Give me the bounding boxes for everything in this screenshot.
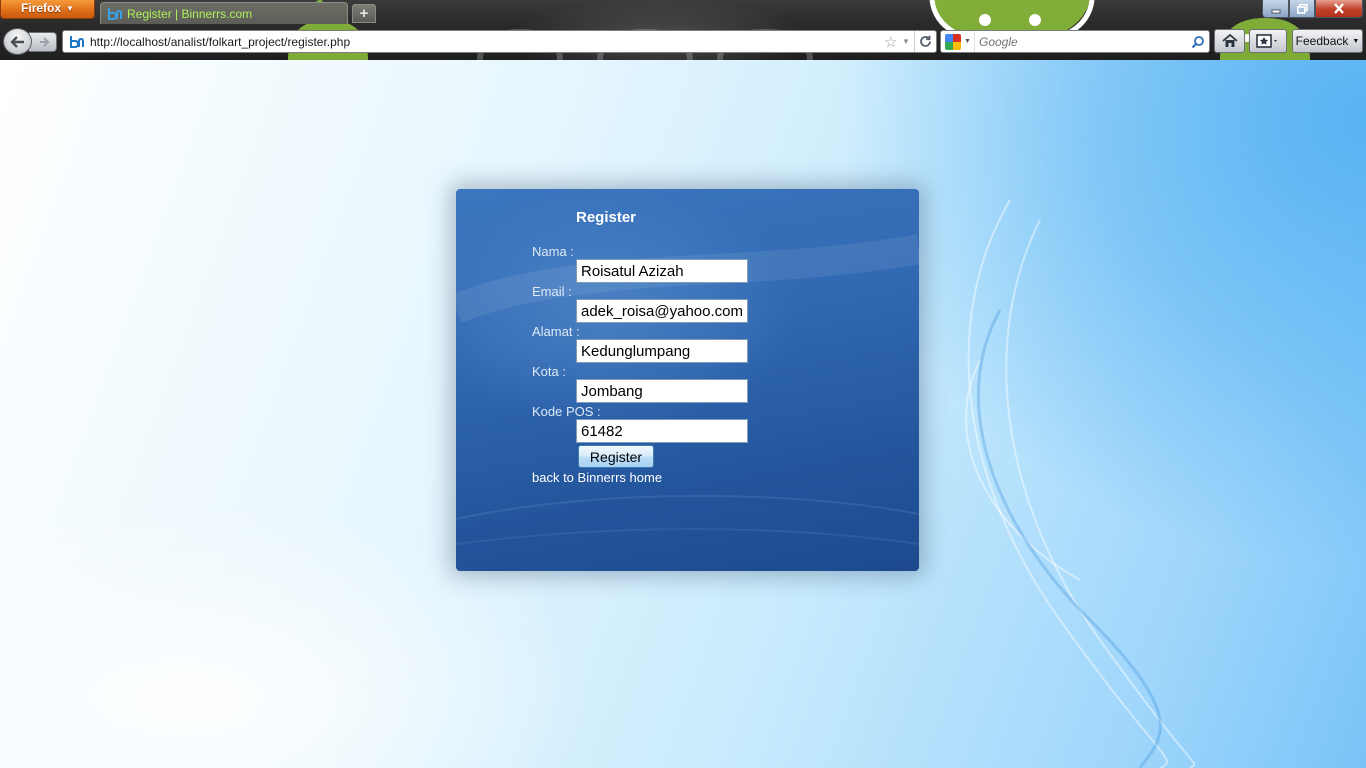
nama-label: Nama : — [532, 244, 574, 259]
reload-icon — [920, 35, 931, 47]
maximize-icon — [1296, 3, 1308, 14]
kode-pos-input[interactable] — [576, 419, 748, 443]
feedback-label: Feedback — [1295, 34, 1349, 48]
nama-input[interactable] — [576, 259, 748, 283]
minimize-button[interactable] — [1262, 0, 1289, 18]
binnerrs-favicon-icon — [70, 35, 84, 48]
search-engine-selector[interactable]: ▼ — [941, 31, 975, 52]
navigation-toolbar: http://localhost/analist/folkart_project… — [0, 26, 1366, 58]
plus-icon: + — [359, 5, 369, 22]
tab-register[interactable]: Register | Binnerrs.com — [100, 2, 348, 24]
google-icon — [945, 33, 961, 50]
chevron-down-icon: ▼ — [1352, 37, 1360, 45]
search-bar[interactable]: ▼ — [940, 30, 1210, 53]
close-window-button[interactable] — [1315, 0, 1363, 18]
bookmarks-icon — [1256, 34, 1277, 48]
bookmarks-button[interactable] — [1249, 29, 1287, 53]
magnifier-icon — [1191, 35, 1204, 48]
browser-chrome: Firefox ▼ Register | Binnerrs.com + http… — [0, 0, 1366, 60]
binnerrs-favicon-icon — [108, 7, 122, 20]
url-dropdown-icon[interactable]: ▼ — [902, 37, 914, 46]
forward-button[interactable] — [29, 32, 57, 52]
minimize-icon — [1271, 9, 1280, 13]
chevron-down-icon: ▼ — [66, 4, 74, 13]
email-label: Email : — [532, 284, 572, 299]
close-icon — [1334, 3, 1344, 14]
home-button[interactable] — [1214, 29, 1245, 53]
kode-pos-label: Kode POS : — [532, 404, 601, 419]
search-button[interactable] — [1187, 35, 1209, 49]
maximize-button[interactable] — [1289, 0, 1315, 18]
alamat-label: Alamat : — [532, 324, 580, 339]
kota-input[interactable] — [576, 379, 748, 403]
back-button[interactable] — [3, 28, 32, 55]
reload-button[interactable] — [914, 31, 936, 52]
new-tab-button[interactable]: + — [352, 4, 376, 23]
star-icon[interactable]: ☆ — [884, 33, 902, 51]
tab-title: Register | Binnerrs.com — [127, 6, 253, 21]
forward-arrow-icon — [39, 37, 49, 47]
register-title: Register — [576, 209, 637, 226]
url-text[interactable]: http://localhost/analist/folkart_project… — [90, 35, 884, 49]
email-input[interactable] — [576, 299, 748, 323]
alamat-input[interactable] — [576, 339, 748, 363]
address-bar[interactable]: http://localhost/analist/folkart_project… — [62, 30, 937, 53]
page-viewport: Register Nama : Email : Alamat : Kota : … — [0, 60, 1366, 768]
firefox-menu-label: Firefox — [21, 1, 62, 15]
search-input[interactable] — [975, 34, 1187, 49]
back-forward-group — [3, 28, 57, 55]
home-icon — [1221, 34, 1238, 47]
kota-label: Kota : — [532, 364, 566, 379]
back-to-home-link[interactable]: back to Binnerrs home — [532, 470, 662, 485]
chevron-down-icon: ▼ — [964, 38, 971, 45]
register-submit-button[interactable]: Register — [578, 445, 654, 468]
firefox-menu-button[interactable]: Firefox ▼ — [0, 0, 95, 19]
back-arrow-icon — [9, 35, 24, 48]
register-panel: Register Nama : Email : Alamat : Kota : … — [456, 189, 919, 571]
feedback-button[interactable]: Feedback ▼ — [1292, 29, 1363, 53]
